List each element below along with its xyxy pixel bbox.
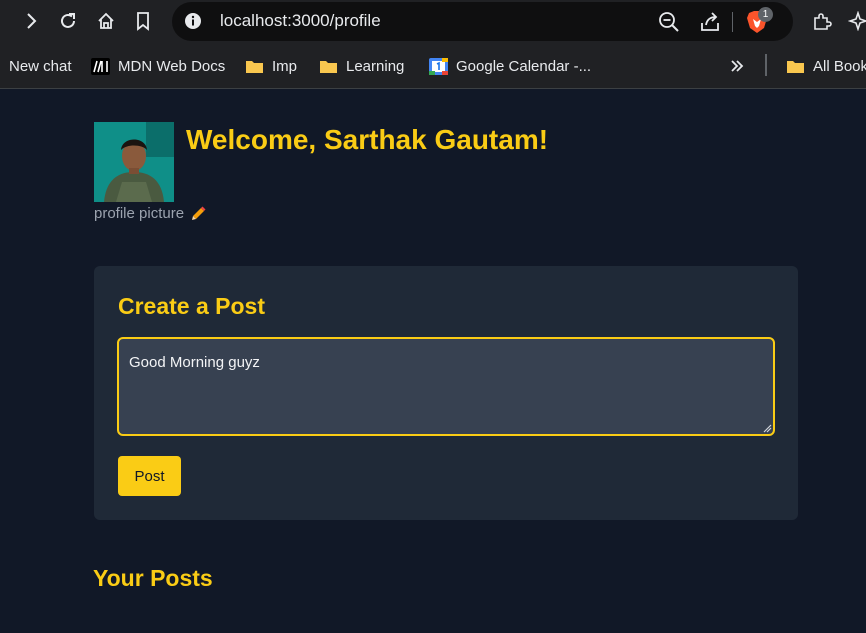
post-button[interactable]: Post [118,456,181,496]
bookmarks-bar: New chat MDN Web Docs Imp Learning Googl… [0,43,866,89]
forward-icon[interactable] [18,8,44,34]
bookmark-folder-all-bookmarks[interactable]: All Bookmarks [786,55,866,77]
zoom-out-icon[interactable] [658,11,680,33]
bookmark-mdn-web-docs[interactable]: MDN Web Docs [91,55,225,77]
bookmark-label: Imp [272,57,298,75]
bookmark-label: MDN Web Docs [118,57,226,75]
create-post-card: Create a Post Good Morning guyz Post [94,266,798,520]
avatar [94,122,174,202]
mdn-icon [91,57,110,75]
resize-grip-icon[interactable] [762,423,772,433]
folder-icon [787,60,804,73]
leo-icon[interactable] [845,8,866,34]
bookmark-label: Learning [346,57,405,75]
bookmark-folder-learning[interactable]: Learning [319,55,404,77]
pencil-icon [192,206,206,220]
your-posts-heading: Your Posts [93,565,213,591]
chevrons-right-icon[interactable] [728,55,746,77]
folder-icon [320,60,337,73]
bookmark-label: New chat [9,57,72,75]
profile-picture-edit[interactable]: profile picture [94,205,207,222]
reload-icon[interactable] [55,8,81,34]
browser-toolbar: localhost:3000/profile 1 [0,0,866,43]
share-icon[interactable] [699,11,721,33]
post-textarea[interactable]: Good Morning guyz [117,337,775,436]
bookmark-google-calendar[interactable]: Google Calendar -... [429,55,591,77]
bookmark-separator [765,54,767,76]
profile-picture-label: profile picture [94,205,185,222]
url-text[interactable]: localhost:3000/profile [220,11,381,31]
bookmark-folder-imp[interactable]: Imp [245,55,297,77]
folder-icon [246,60,263,73]
create-post-title: Create a Post [118,293,266,319]
extension-badge: 1 [758,7,773,22]
google-calendar-icon [429,57,448,75]
divider [732,12,733,32]
home-icon[interactable] [93,8,119,34]
welcome-heading: Welcome, Sarthak Gautam! [186,124,549,155]
bookmark-new-chat[interactable]: New chat [9,55,72,77]
bookmark-icon[interactable] [130,8,156,34]
bookmark-label: Google Calendar -... [456,57,592,75]
bookmark-label: All Bookmarks [813,57,866,75]
address-bar[interactable]: localhost:3000/profile 1 [172,2,793,41]
info-icon[interactable] [184,12,202,30]
extensions-icon[interactable] [809,8,835,34]
